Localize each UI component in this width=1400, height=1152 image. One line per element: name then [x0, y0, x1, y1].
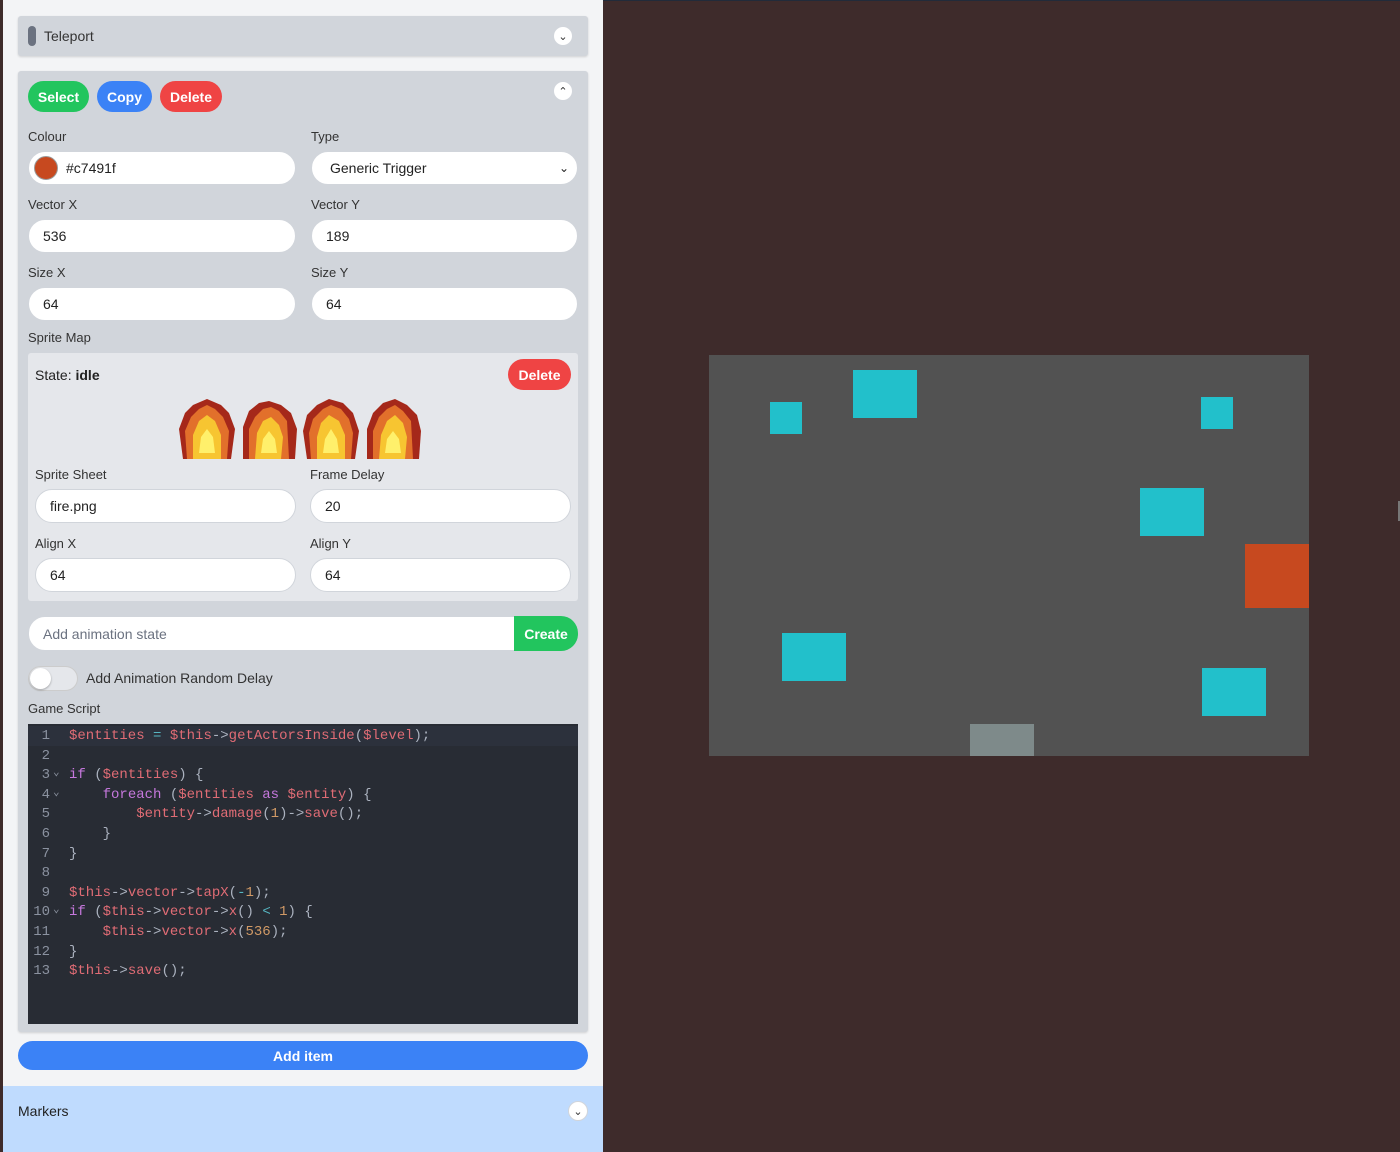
- size-x-input[interactable]: 64: [28, 287, 296, 321]
- chevron-down-icon: ⌄: [558, 161, 569, 175]
- copy-button[interactable]: Copy: [97, 81, 152, 112]
- teleport-panel-title: Teleport: [44, 28, 94, 44]
- markers-panel[interactable]: Markers ⌄: [3, 1086, 603, 1152]
- frame-delay-label: Frame Delay: [310, 467, 385, 482]
- create-state-button[interactable]: Create: [514, 616, 578, 651]
- drag-handle[interactable]: [28, 26, 36, 46]
- game-script-label: Game Script: [28, 701, 101, 716]
- type-select[interactable]: Generic Trigger ⌄: [311, 151, 578, 185]
- code-line: 4 ⌄ foreach ($entities as $entity) {: [41, 785, 372, 803]
- vector-x-label: Vector X: [28, 197, 78, 212]
- fire-trigger-actor[interactable]: [1245, 544, 1309, 608]
- sprite-sheet-input[interactable]: fire.png: [35, 489, 296, 523]
- code-line: 3 ⌄ if ($entities) {: [41, 765, 204, 784]
- code-line: 1 $entities = $this->getActorsInside($lev…: [41, 728, 431, 744]
- state-prefix: State:: [35, 367, 72, 383]
- vector-y-label: Vector Y: [311, 197, 360, 212]
- code-line: 12}: [33, 943, 78, 960]
- fire-sprite-frame: [179, 399, 235, 459]
- teleport-panel[interactable]: Teleport ⌄: [18, 16, 588, 56]
- markers-panel-title: Markers: [18, 1103, 69, 1119]
- game-stage[interactable]: [603, 0, 1400, 1152]
- actor-block[interactable]: [1202, 668, 1266, 716]
- size-x-label: Size X: [28, 265, 66, 280]
- align-y-label: Align Y: [310, 536, 351, 551]
- editor-sidebar: Teleport ⌄ ⌃ Select Copy Delete Colour #…: [3, 0, 603, 1152]
- game-script-editor[interactable]: 1 $entities = $this->getActorsInside($lev…: [28, 724, 578, 1024]
- code-line: 13 $this->save();: [33, 963, 187, 980]
- code-line: 5 $entity->damage(1)->save();: [41, 806, 364, 823]
- fire-sprite-frame: [243, 401, 297, 459]
- code-line: 2: [41, 747, 50, 764]
- animation-state-group: Add animation state Create: [28, 616, 578, 651]
- colour-value: #c7491f: [66, 160, 116, 176]
- colour-label: Colour: [28, 129, 67, 144]
- fold-icon[interactable]: ⌄: [53, 765, 60, 779]
- align-x-input[interactable]: 64: [35, 558, 296, 592]
- fire-sprite-frame: [367, 399, 421, 459]
- vector-x-input[interactable]: 536: [28, 219, 296, 253]
- code-line: 10 ⌄ if ($this->vector->x() < 1) {: [33, 902, 313, 921]
- code-line: 11 $this->vector->x(536);: [33, 924, 288, 940]
- state-name: idle: [75, 367, 100, 383]
- actor-block[interactable]: [853, 370, 917, 418]
- chevron-down-icon[interactable]: ⌄: [553, 26, 573, 46]
- code-line: 6 }: [41, 826, 112, 842]
- animation-state-input[interactable]: Add animation state: [28, 616, 528, 651]
- add-item-button[interactable]: Add item: [18, 1041, 588, 1070]
- code-line: 9 $this->vector->tapX(-1);: [41, 884, 271, 901]
- code-line: 7}: [41, 845, 78, 862]
- sprite-map-state: State: idle Delete Sprite Sheet fire.png…: [28, 353, 578, 601]
- size-y-input[interactable]: 64: [311, 287, 578, 321]
- colour-field[interactable]: #c7491f: [28, 151, 296, 185]
- select-button[interactable]: Select: [28, 81, 89, 112]
- fold-icon[interactable]: ⌄: [53, 902, 60, 916]
- size-y-label: Size Y: [311, 265, 349, 280]
- actor-block[interactable]: [770, 402, 802, 434]
- vector-y-input[interactable]: 189: [311, 219, 578, 253]
- type-value: Generic Trigger: [330, 160, 427, 176]
- sprite-sheet-label: Sprite Sheet: [35, 467, 107, 482]
- chevron-down-icon[interactable]: ⌄: [568, 1101, 588, 1121]
- delete-state-button[interactable]: Delete: [508, 359, 571, 390]
- delete-button[interactable]: Delete: [160, 81, 222, 112]
- fire-sprite-frame: [303, 399, 359, 459]
- frame-delay-input[interactable]: 20: [310, 489, 571, 523]
- sprite-map-label: Sprite Map: [28, 330, 91, 345]
- chevron-up-icon[interactable]: ⌃: [553, 81, 573, 101]
- random-delay-label: Add Animation Random Delay: [86, 670, 273, 686]
- toggle-knob: [30, 668, 51, 689]
- align-x-label: Align X: [35, 536, 77, 551]
- actor-block[interactable]: [1140, 488, 1204, 536]
- state-heading: State: idle: [35, 367, 100, 383]
- align-y-input[interactable]: 64: [310, 558, 571, 592]
- code-line: 8: [41, 865, 50, 882]
- colour-swatch[interactable]: [34, 156, 58, 180]
- random-delay-toggle[interactable]: [28, 666, 78, 691]
- type-label: Type: [311, 129, 340, 144]
- item-panel: ⌃ Select Copy Delete Colour #c7491f Type…: [18, 71, 588, 1032]
- actor-block[interactable]: [782, 633, 846, 681]
- actor-block[interactable]: [1201, 397, 1233, 429]
- level-canvas[interactable]: [709, 355, 1309, 756]
- spawn-block[interactable]: [970, 724, 1034, 756]
- fold-icon[interactable]: ⌄: [53, 785, 60, 799]
